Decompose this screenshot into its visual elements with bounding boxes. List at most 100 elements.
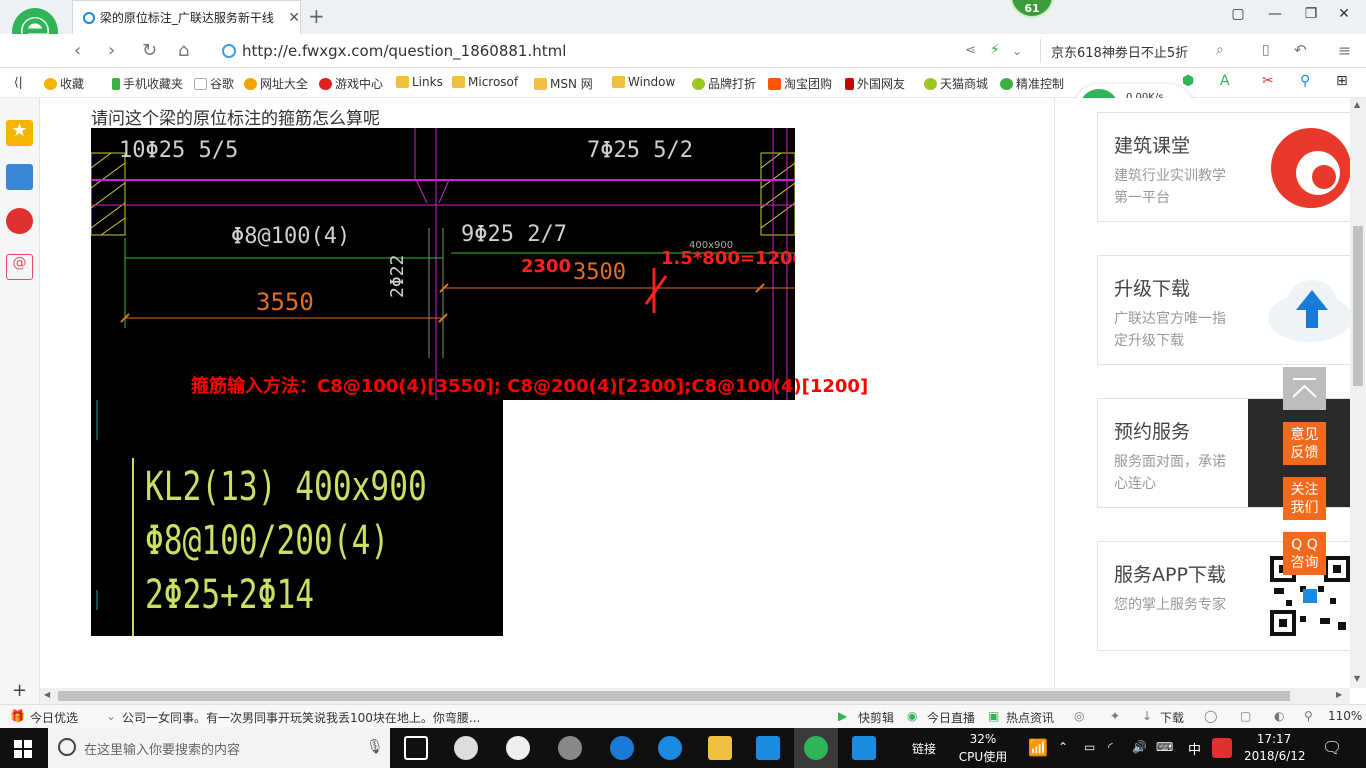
new-tab-button[interactable]: + bbox=[308, 4, 325, 28]
bookmark-item[interactable]: Window bbox=[612, 75, 675, 89]
edge-app-icon[interactable] bbox=[610, 736, 634, 760]
quick-edit-link[interactable]: 快剪辑 bbox=[858, 709, 894, 726]
horizontal-scrollbar[interactable]: ◀ ▶ bbox=[40, 688, 1350, 704]
chevron-up-icon[interactable]: ⌃ bbox=[1058, 740, 1068, 754]
link-label[interactable]: 链接 bbox=[912, 740, 936, 757]
network-icon[interactable]: ◜ bbox=[1108, 740, 1113, 754]
favorites-star-icon[interactable]: ★ bbox=[6, 120, 33, 146]
glodon-app-icon[interactable] bbox=[756, 736, 780, 760]
sogou-ime-icon[interactable] bbox=[1212, 738, 1232, 758]
volume-icon[interactable]: 🔊 bbox=[1132, 740, 1147, 754]
bookmark-item[interactable]: 谷歌 bbox=[194, 75, 234, 92]
speed-mode-icon[interactable]: ⚡ bbox=[990, 42, 1000, 58]
bookmark-item[interactable]: MSN 网 bbox=[534, 75, 593, 92]
bookmark-item[interactable]: 手机收藏夹 bbox=[112, 75, 183, 92]
vertical-scrollbar[interactable]: ▲ ▼ bbox=[1350, 98, 1366, 688]
notification-badge[interactable]: 61 bbox=[1010, 0, 1054, 18]
mobile-icon[interactable]: ▯ bbox=[1262, 42, 1270, 58]
tab-close-icon[interactable]: ✕ bbox=[288, 10, 300, 26]
bookmark-item[interactable]: Microsof bbox=[452, 75, 518, 89]
maximize-button[interactable]: ❐ bbox=[1301, 6, 1321, 22]
wifi-status-icon[interactable]: 📶 bbox=[1028, 738, 1048, 757]
apps-icon[interactable]: ⊞ bbox=[1336, 73, 1348, 89]
card-upgrade-download[interactable]: 升级下载 广联达官方唯一指定升级下载 bbox=[1097, 255, 1351, 365]
file-explorer-icon[interactable] bbox=[708, 736, 732, 760]
task-view-icon[interactable] bbox=[404, 736, 428, 760]
scroll-to-top-button[interactable] bbox=[1283, 367, 1326, 410]
back-button[interactable]: ‹ bbox=[74, 40, 81, 61]
screenshot-icon[interactable]: ✂ bbox=[1262, 73, 1274, 89]
address-bar[interactable]: http://e.fwxgx.com/question_1860881.html bbox=[222, 39, 1042, 63]
find-icon[interactable]: ⚲ bbox=[1300, 73, 1310, 89]
battery-icon[interactable]: ▭ bbox=[1084, 740, 1095, 754]
360-app-icon[interactable] bbox=[558, 736, 582, 760]
weibo-icon[interactable] bbox=[6, 208, 33, 234]
add-icon[interactable]: + bbox=[12, 680, 27, 701]
internet-explorer-icon[interactable] bbox=[658, 736, 682, 760]
chevron-down-icon[interactable]: ⌄ bbox=[1012, 44, 1022, 58]
translate-icon[interactable]: A bbox=[1220, 73, 1230, 89]
zoom-level[interactable]: 110% bbox=[1328, 709, 1362, 723]
bookmark-item[interactable]: 网址大全 bbox=[244, 75, 308, 92]
microphone-icon[interactable]: 🎙 bbox=[366, 739, 384, 755]
mail-icon[interactable]: @ bbox=[6, 254, 33, 280]
clean-icon[interactable]: ✦ bbox=[1110, 709, 1120, 723]
search-icon[interactable]: ⌕ bbox=[1216, 42, 1224, 58]
keyboard-icon[interactable]: ⌨ bbox=[1156, 740, 1173, 754]
browser-icon[interactable]: ◯ bbox=[1204, 709, 1217, 723]
forward-button[interactable]: › bbox=[108, 40, 115, 61]
pinwheel-app-icon[interactable] bbox=[454, 736, 478, 760]
sound-icon[interactable]: ◐ bbox=[1274, 709, 1284, 723]
bookmark-item[interactable]: 淘宝团购 bbox=[768, 75, 832, 92]
chevron-down-icon[interactable]: ⌄ bbox=[106, 709, 116, 723]
sidebar-toggle-icon[interactable]: ⟨| bbox=[14, 75, 23, 89]
bookmark-item[interactable]: Links bbox=[396, 75, 443, 89]
card-building-class[interactable]: 建筑课堂 建筑行业实训教学第一平台 bbox=[1097, 112, 1351, 222]
taskbar-search-box[interactable]: 在这里输入你要搜索的内容 🎙 bbox=[48, 728, 390, 768]
follow-button[interactable]: 关注 我们 bbox=[1283, 477, 1326, 520]
ime-indicator[interactable]: 中 bbox=[1188, 739, 1201, 758]
tab-active[interactable]: 梁的原位标注_广联达服务新干线 ✕ bbox=[72, 0, 301, 34]
feedback-button[interactable]: 意见 反馈 bbox=[1283, 422, 1326, 465]
bookmark-item[interactable]: 品牌打折 bbox=[692, 75, 756, 92]
today-picks-link[interactable]: 今日优选 bbox=[30, 709, 78, 726]
currency-icon[interactable]: ⬢ bbox=[1182, 73, 1194, 89]
scroll-up-icon[interactable]: ▲ bbox=[1354, 100, 1360, 109]
connect-app-icon[interactable] bbox=[852, 736, 876, 760]
hot-news-link[interactable]: 热点资讯 bbox=[1006, 709, 1054, 726]
download-link[interactable]: 下载 bbox=[1160, 709, 1184, 726]
menu-icon[interactable]: ≡ bbox=[1338, 41, 1351, 60]
clock-date[interactable]: 2018/6/12 bbox=[1244, 749, 1306, 763]
bookmark-item[interactable]: 天猫商城 bbox=[924, 75, 988, 92]
clock-time[interactable]: 17:17 bbox=[1244, 732, 1304, 746]
scroll-down-icon[interactable]: ▼ bbox=[1354, 674, 1360, 683]
bookmark-item[interactable]: 游戏中心 bbox=[319, 75, 383, 92]
horizontal-scroll-thumb[interactable] bbox=[58, 691, 1290, 701]
scroll-left-icon[interactable]: ◀ bbox=[44, 690, 50, 699]
speedup-icon[interactable]: ◎ bbox=[1074, 709, 1084, 723]
skin-icon[interactable]: ▢ bbox=[1228, 6, 1248, 22]
bookmark-item[interactable]: 收藏 bbox=[44, 75, 84, 92]
url-text[interactable]: http://e.fwxgx.com/question_1860881.html bbox=[242, 42, 566, 60]
bookmark-item[interactable]: 外国网友 bbox=[845, 75, 905, 92]
notification-center-icon[interactable]: 🗨 bbox=[1322, 738, 1342, 757]
close-window-button[interactable]: ✕ bbox=[1334, 6, 1354, 22]
news-ticker[interactable]: 公司一女同事。有一次男同事开玩笑说我丢100块在地上。你弯腰... bbox=[122, 709, 480, 726]
windows-start-icon[interactable] bbox=[14, 740, 32, 758]
vertical-scroll-thumb[interactable] bbox=[1353, 226, 1363, 386]
live-link[interactable]: 今日直播 bbox=[927, 709, 975, 726]
share-icon[interactable]: ⋖ bbox=[965, 43, 976, 58]
undo-close-icon[interactable]: ↶ bbox=[1294, 41, 1307, 59]
minimize-button[interactable]: — bbox=[1265, 6, 1285, 22]
bookmark-item[interactable]: 精准控制 bbox=[1000, 75, 1064, 92]
window-icon[interactable]: ▢ bbox=[1240, 709, 1251, 723]
browser-taskbar-icon[interactable] bbox=[804, 736, 828, 760]
cad-label-top-right: 7Φ25 5/2 bbox=[587, 138, 693, 163]
reading-list-icon[interactable] bbox=[6, 164, 33, 190]
home-button[interactable]: ⌂ bbox=[178, 40, 189, 61]
scroll-right-icon[interactable]: ▶ bbox=[1336, 690, 1342, 699]
qq-consult-button[interactable]: Q Q 咨询 bbox=[1283, 532, 1326, 575]
reload-button[interactable]: ↻ bbox=[142, 40, 157, 61]
search-input[interactable]: 京东618神劵日不止5折 bbox=[1040, 39, 1240, 63]
ie-app-icon[interactable] bbox=[506, 736, 530, 760]
